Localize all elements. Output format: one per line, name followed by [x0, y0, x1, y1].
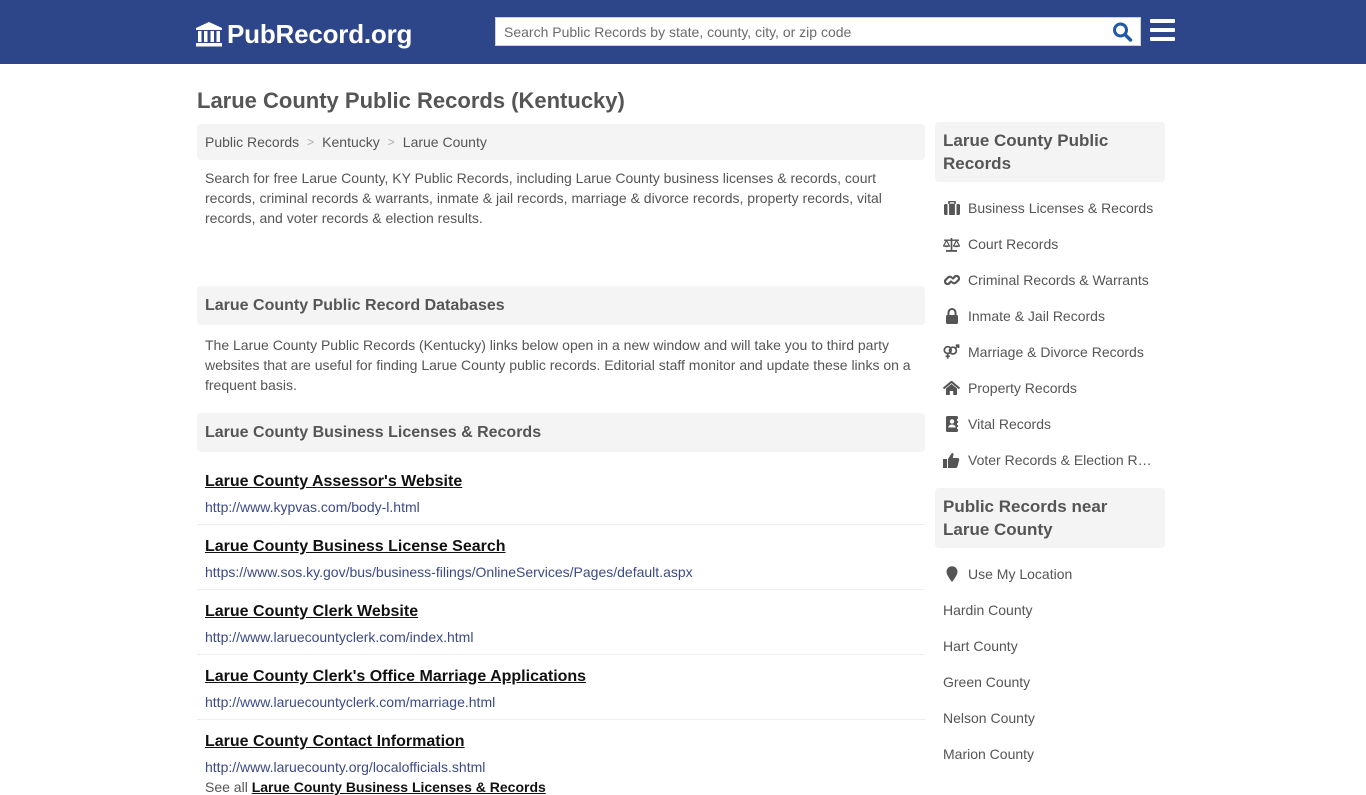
sidebar-item-label: Inmate & Jail Records [968, 308, 1105, 324]
sidebar-records-list: Business Licenses & Records Court Record… [935, 182, 1165, 488]
see-all-link[interactable]: Larue County Business Licenses & Records [252, 779, 546, 795]
nearby-county-link[interactable]: Hart County [935, 628, 1165, 664]
main-content: Public Records > Kentucky > Larue County… [197, 124, 925, 795]
sidebar-item-court-records[interactable]: Court Records [935, 226, 1165, 262]
nearby-counties-list: Use My Location Hardin County Hart Count… [935, 548, 1165, 772]
record-link-title[interactable]: Larue County Contact Information [205, 732, 917, 752]
nearby-county-link[interactable]: Nelson County [935, 700, 1165, 736]
list-item: Larue County Clerk's Office Marriage App… [197, 655, 925, 720]
record-link-title[interactable]: Larue County Clerk's Office Marriage App… [205, 667, 917, 687]
sidebar-records-heading: Larue County Public Records [935, 122, 1165, 182]
menu-bar-icon [1150, 28, 1175, 32]
search-input[interactable] [496, 18, 1106, 45]
list-item: Larue County Assessor's Website http://w… [197, 460, 925, 525]
link-icon [943, 272, 960, 288]
thumbs-up-icon [943, 452, 960, 468]
nearby-county-link[interactable]: Green County [935, 664, 1165, 700]
lock-icon [943, 308, 960, 324]
record-link-url: http://www.kypvas.com/body-l.html [205, 499, 420, 515]
sidebar-item-criminal-records[interactable]: Criminal Records & Warrants [935, 262, 1165, 298]
map-marker-icon [943, 566, 960, 582]
page-title: Larue County Public Records (Kentucky) [197, 88, 625, 113]
breadcrumb-larue-county[interactable]: Larue County [403, 134, 487, 150]
databases-heading: Larue County Public Record Databases [197, 286, 925, 325]
courthouse-icon [195, 21, 223, 47]
sidebar-item-label: Criminal Records & Warrants [968, 272, 1149, 288]
site-logo[interactable]: PubRecord.org [195, 18, 412, 50]
menu-bar-icon [1150, 37, 1175, 41]
use-my-location-label: Use My Location [968, 566, 1073, 582]
home-icon [943, 380, 960, 396]
record-link-title[interactable]: Larue County Clerk Website [205, 602, 917, 622]
nearby-county-link[interactable]: Marion County [935, 736, 1165, 772]
intro-text: Search for free Larue County, KY Public … [205, 170, 882, 226]
search-icon [1113, 22, 1133, 42]
nearby-county-link[interactable]: Hardin County [935, 592, 1165, 628]
list-item: Larue County Clerk Website http://www.la… [197, 590, 925, 655]
sidebar-item-marriage-records[interactable]: Marriage & Divorce Records [935, 334, 1165, 370]
sidebar-item-inmate-records[interactable]: Inmate & Jail Records [935, 298, 1165, 334]
breadcrumb-kentucky[interactable]: Kentucky [322, 134, 380, 150]
sidebar-item-label: Vital Records [968, 416, 1052, 432]
search-box [495, 17, 1141, 46]
breadcrumb-public-records[interactable]: Public Records [205, 134, 299, 150]
venus-mars-icon [943, 344, 960, 360]
sidebar-item-label: Voter Records & Election Results [968, 452, 1154, 468]
record-link-url: http://www.laruecountyclerk.com/index.ht… [205, 629, 474, 645]
record-link-title[interactable]: Larue County Business License Search [205, 537, 917, 557]
briefcase-icon [943, 200, 960, 216]
breadcrumb-separator: > [307, 135, 315, 149]
record-link-title[interactable]: Larue County Assessor's Website [205, 472, 917, 492]
sidebar-nearby-heading: Public Records near Larue County [935, 488, 1165, 548]
list-item: Larue County Contact Information http://… [197, 720, 925, 785]
see-all-row: See all Larue County Business Licenses &… [197, 779, 925, 795]
databases-description: The Larue County Public Records (Kentuck… [205, 337, 911, 393]
sidebar-item-property-records[interactable]: Property Records [935, 370, 1165, 406]
list-item: Larue County Business License Search htt… [197, 525, 925, 590]
see-all-prefix: See all [205, 779, 248, 795]
business-section-heading: Larue County Business Licenses & Records [197, 413, 925, 452]
sidebar-item-label: Marriage & Divorce Records [968, 344, 1144, 360]
record-link-url: https://www.sos.ky.gov/bus/business-fili… [205, 564, 693, 580]
top-navigation-bar: PubRecord.org [0, 0, 1366, 64]
business-links-list: Larue County Assessor's Website http://w… [197, 460, 925, 785]
sidebar-item-label: Court Records [968, 236, 1059, 252]
sidebar-item-label: Business Licenses & Records [968, 200, 1154, 216]
menu-bar-icon [1150, 19, 1175, 23]
record-link-url: http://www.laruecounty.org/localofficial… [205, 759, 486, 775]
sidebar: Larue County Public Records Business Lic… [935, 122, 1165, 772]
logo-text: PubRecord.org [227, 19, 413, 49]
balance-scale-icon [943, 236, 960, 252]
record-link-url: http://www.laruecountyclerk.com/marriage… [205, 694, 496, 710]
sidebar-item-label: Property Records [968, 380, 1077, 396]
breadcrumb-separator: > [387, 135, 395, 149]
hamburger-menu-button[interactable] [1150, 19, 1175, 43]
sidebar-item-business-licenses[interactable]: Business Licenses & Records [935, 190, 1165, 226]
address-book-icon [943, 416, 960, 432]
sidebar-item-voter-records[interactable]: Voter Records & Election Results [935, 442, 1165, 478]
use-my-location-button[interactable]: Use My Location [935, 556, 1165, 592]
sidebar-item-vital-records[interactable]: Vital Records [935, 406, 1165, 442]
breadcrumb: Public Records > Kentucky > Larue County [197, 124, 925, 160]
search-button[interactable] [1112, 22, 1134, 42]
